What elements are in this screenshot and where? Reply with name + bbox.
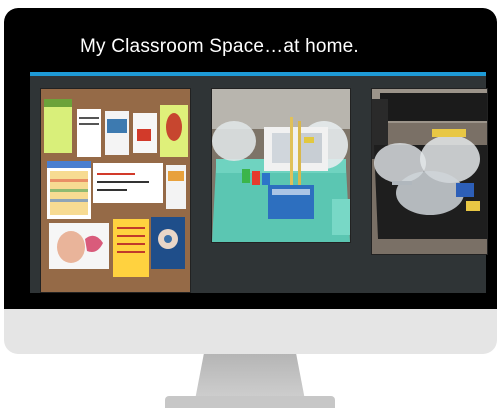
photo-supply-bin-black: [371, 88, 488, 255]
monitor-screen: My Classroom Space…at home.: [4, 8, 497, 309]
slide-title: My Classroom Space…at home.: [80, 36, 359, 57]
photo-classroom-wall: [40, 88, 191, 293]
monitor-stand-neck: [195, 354, 305, 400]
monitor: My Classroom Space…at home.: [4, 8, 497, 354]
monitor-stand-base: [165, 396, 335, 408]
photo-supply-bin-teal: [211, 88, 351, 243]
